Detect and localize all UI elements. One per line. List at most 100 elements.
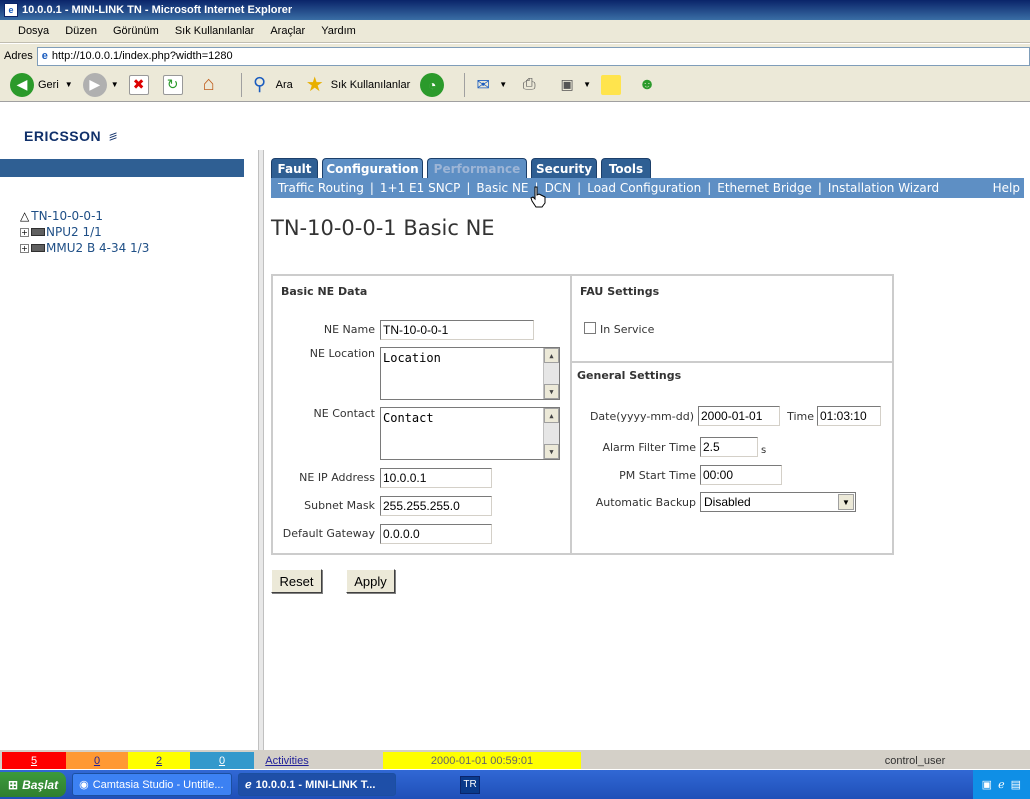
- menu-duzen[interactable]: Düzen: [57, 25, 105, 37]
- nav-1plus1-e1-sncp[interactable]: 1+1 E1 SNCP: [380, 181, 460, 195]
- tray-ie-icon[interactable]: ℯ: [998, 778, 1005, 791]
- forward-arrow-icon: ▶: [82, 72, 107, 97]
- expand-icon[interactable]: +: [20, 243, 29, 253]
- pm-start-field[interactable]: 00:00: [700, 465, 782, 485]
- back-button[interactable]: ◀ Geri ▼: [10, 72, 73, 97]
- nav-installation-wizard[interactable]: Installation Wizard: [828, 181, 939, 195]
- critical-alarm-count[interactable]: 5: [2, 752, 66, 769]
- ne-ip-field[interactable]: 10.0.0.1: [380, 468, 492, 488]
- start-label: Başlat: [22, 777, 59, 792]
- stop-button[interactable]: ✖: [128, 74, 153, 95]
- activities-link[interactable]: Activities: [260, 752, 314, 769]
- mail-button[interactable]: ✉ ▼: [471, 73, 508, 97]
- refresh-icon: ↻: [162, 74, 183, 95]
- history-icon: ◔: [420, 72, 445, 97]
- tree-item-npu2[interactable]: + NPU2 1/1: [20, 224, 149, 240]
- scrollbar[interactable]: ▲ ▼: [543, 348, 559, 399]
- system-datetime: 2000-01-01 00:59:01: [383, 752, 581, 769]
- tab-security[interactable]: Security: [531, 158, 597, 178]
- menu-araclar[interactable]: Araçlar: [262, 25, 313, 37]
- scroll-up-icon[interactable]: ▲: [544, 348, 559, 363]
- ne-contact-label: NE Contact: [313, 407, 375, 420]
- ne-location-label: NE Location: [309, 347, 375, 360]
- tab-configuration[interactable]: Configuration: [322, 158, 423, 178]
- start-button[interactable]: ⊞ Başlat: [0, 772, 67, 797]
- frame-splitter[interactable]: [258, 150, 264, 750]
- time-field[interactable]: 01:03:10: [817, 406, 881, 426]
- refresh-button[interactable]: ↻: [162, 74, 187, 95]
- forward-button[interactable]: ▶ ▼: [82, 72, 119, 97]
- home-button[interactable]: ⌂: [197, 73, 225, 97]
- edit-button[interactable]: ▣ ▼: [555, 73, 592, 97]
- alarm-filter-field[interactable]: 2.5: [700, 437, 758, 457]
- scroll-down-icon[interactable]: ▼: [544, 384, 559, 399]
- menu-bar: Dosya Düzen Görünüm Sık Kullanılanlar Ar…: [0, 20, 1030, 43]
- home-icon: ⌂: [202, 73, 215, 95]
- ne-contact-field[interactable]: Contact ▲ ▼: [380, 407, 560, 460]
- task-label: Camtasia Studio - Untitle...: [92, 778, 224, 791]
- ne-tree: △ TN-10-0-0-1 + NPU2 1/1 + MMU2 B 4-34 1…: [20, 208, 149, 256]
- search-button[interactable]: ⚲ Ara: [248, 73, 293, 97]
- language-indicator[interactable]: TR: [460, 775, 481, 794]
- chevron-down-icon: ▼: [499, 80, 508, 89]
- menu-dosya[interactable]: Dosya: [10, 25, 57, 37]
- scroll-down-icon[interactable]: ▼: [544, 444, 559, 459]
- nav-basic-ne[interactable]: Basic NE: [476, 181, 528, 195]
- scrollbar[interactable]: ▲ ▼: [543, 408, 559, 459]
- task-ie[interactable]: ℯ 10.0.0.1 - MINI-LINK T...: [238, 773, 397, 796]
- messenger-button[interactable]: ☻: [635, 73, 663, 97]
- ne-location-field[interactable]: Location ▲ ▼: [380, 347, 560, 400]
- subnet-mask-field[interactable]: 255.255.255.0: [380, 496, 492, 516]
- nav-help[interactable]: Help: [993, 181, 1024, 195]
- automatic-backup-value: Disabled: [704, 495, 751, 509]
- chevron-down-icon[interactable]: ▼: [838, 494, 854, 510]
- reset-button[interactable]: Reset: [271, 569, 322, 593]
- address-url: http://10.0.0.1/index.php?width=1280: [51, 50, 233, 62]
- task-camtasia[interactable]: ◉ Camtasia Studio - Untitle...: [72, 773, 233, 796]
- ie-icon: e: [4, 3, 18, 17]
- nav-ethernet-bridge[interactable]: Ethernet Bridge: [717, 181, 812, 195]
- ericsson-logo: ERICSSON ≡: [24, 126, 118, 145]
- stop-icon: ✖: [128, 74, 149, 95]
- nav-traffic-routing[interactable]: Traffic Routing: [278, 181, 364, 195]
- apply-button[interactable]: Apply: [346, 569, 395, 593]
- task-label: 10.0.0.1 - MINI-LINK T...: [255, 778, 376, 791]
- favorites-button[interactable]: ★ Sık Kullanılanlar: [303, 73, 410, 97]
- tab-tools[interactable]: Tools: [601, 158, 651, 178]
- menu-gorunum[interactable]: Görünüm: [105, 25, 167, 37]
- system-tray: ▣ ℯ ▤: [972, 770, 1030, 799]
- nav-dcn[interactable]: DCN: [545, 181, 572, 195]
- tray-folder-icon[interactable]: ▤: [1011, 778, 1021, 791]
- tab-fault[interactable]: Fault: [271, 158, 318, 178]
- edit-icon: ▣: [560, 76, 574, 92]
- search-icon: ⚲: [253, 74, 267, 94]
- tray-app-icon[interactable]: ▣: [982, 778, 992, 791]
- expand-icon[interactable]: +: [20, 227, 29, 237]
- minor-alarm-count[interactable]: 2: [128, 752, 190, 769]
- scroll-up-icon[interactable]: ▲: [544, 408, 559, 423]
- tree-item-label: MMU2 B 4-34 1/3: [46, 241, 150, 255]
- windows-logo-icon: ⊞: [8, 777, 19, 792]
- ne-name-field[interactable]: TN-10-0-0-1: [380, 320, 534, 340]
- tree-root[interactable]: △ TN-10-0-0-1: [20, 208, 149, 224]
- address-bar: Adres e http://10.0.0.1/index.php?width=…: [0, 44, 1030, 68]
- menu-sik-kullanilanlar[interactable]: Sık Kullanılanlar: [167, 25, 263, 37]
- menu-yardim[interactable]: Yardım: [313, 25, 364, 37]
- nav-load-configuration[interactable]: Load Configuration: [587, 181, 701, 195]
- nav-separator: |: [369, 181, 374, 195]
- address-input[interactable]: e http://10.0.0.1/index.php?width=1280: [36, 46, 1030, 66]
- major-alarm-count[interactable]: 0: [66, 752, 128, 769]
- triangle-icon: △: [20, 209, 30, 223]
- history-button[interactable]: ◔: [420, 72, 448, 97]
- nav-separator: |: [817, 181, 822, 195]
- messenger-icon: ☻: [638, 75, 656, 93]
- automatic-backup-select[interactable]: Disabled ▼: [700, 492, 856, 512]
- print-button[interactable]: ⎙: [517, 73, 545, 97]
- hand-cursor-icon: [530, 186, 546, 208]
- in-service-checkbox[interactable]: [584, 322, 596, 334]
- default-gateway-field[interactable]: 0.0.0.0: [380, 524, 492, 544]
- tree-item-mmu2[interactable]: + MMU2 B 4-34 1/3: [20, 240, 149, 256]
- notes-button[interactable]: [601, 74, 625, 95]
- date-field[interactable]: 2000-01-01: [698, 406, 780, 426]
- warning-alarm-count[interactable]: 0: [190, 752, 254, 769]
